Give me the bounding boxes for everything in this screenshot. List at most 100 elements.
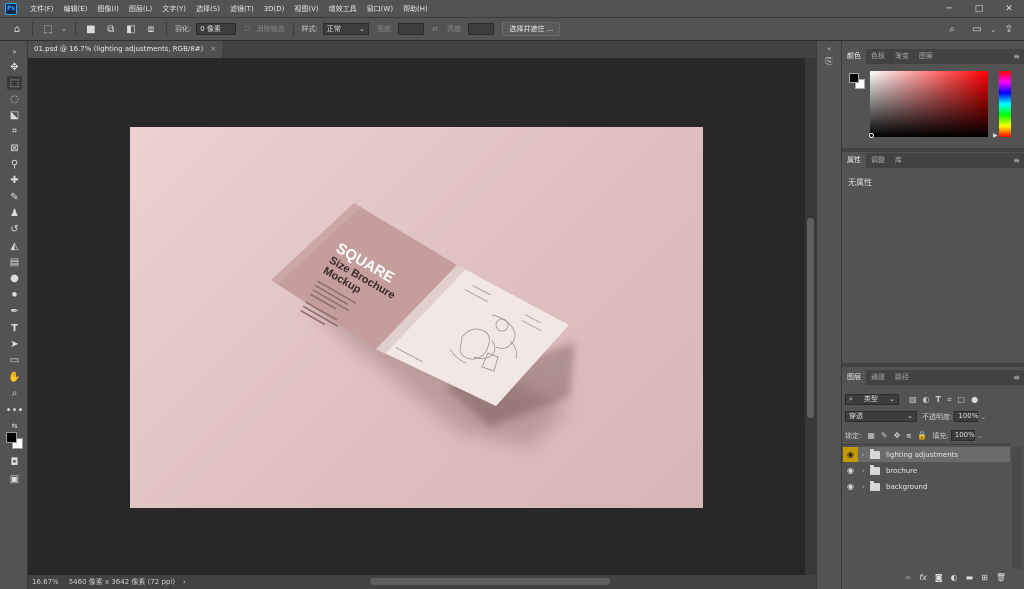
fx-icon[interactable]: fx bbox=[919, 573, 927, 582]
gradient-tool-icon[interactable]: ▤ bbox=[7, 255, 22, 269]
menu-layer[interactable]: 图层(L) bbox=[124, 0, 157, 18]
object-select-tool-icon[interactable]: ⬕ bbox=[7, 108, 22, 122]
color-picker-field[interactable] bbox=[870, 71, 988, 137]
hue-slider-arrow-icon[interactable]: ▶ bbox=[993, 132, 998, 139]
dodge-tool-icon[interactable]: ⚫ bbox=[7, 288, 22, 302]
home-icon[interactable]: ⌂ bbox=[10, 22, 24, 36]
lasso-tool-icon[interactable]: ◌ bbox=[7, 92, 22, 106]
chevron-down-icon[interactable]: ⌄ bbox=[977, 432, 983, 440]
eraser-tool-icon[interactable]: ◭ bbox=[7, 239, 22, 253]
tab-layers[interactable]: 图层 bbox=[842, 370, 866, 385]
menu-window[interactable]: 窗口(W) bbox=[362, 0, 398, 18]
color-panel-foreground-swatch[interactable] bbox=[849, 73, 859, 83]
stamp-tool-icon[interactable]: ♟ bbox=[7, 206, 22, 220]
filter-shape-icon[interactable]: ⌗ bbox=[947, 395, 952, 405]
style-select[interactable]: 正常 ⌄ bbox=[322, 23, 369, 35]
maximize-button[interactable]: □ bbox=[964, 0, 994, 18]
menu-plugins[interactable]: 增效工具 bbox=[324, 0, 362, 18]
tab-swatches[interactable]: 色板 bbox=[866, 49, 890, 64]
collapse-arrows-icon[interactable]: » bbox=[7, 45, 22, 59]
chevron-down-icon[interactable]: ⌄ bbox=[61, 25, 67, 33]
filter-adjustment-icon[interactable]: ◐ bbox=[923, 395, 930, 404]
chevron-right-icon[interactable]: › bbox=[858, 451, 868, 459]
filter-pixel-icon[interactable]: ▨ bbox=[909, 395, 917, 404]
color-picker-cursor[interactable] bbox=[869, 133, 874, 138]
marquee-tool-icon[interactable]: ⬚ bbox=[7, 76, 22, 90]
share-icon[interactable]: ⇪ bbox=[1002, 23, 1016, 37]
menu-filter[interactable]: 滤镜(T) bbox=[225, 0, 259, 18]
filter-type-icon[interactable]: T bbox=[936, 395, 941, 404]
tab-color[interactable]: 颜色 bbox=[842, 49, 866, 64]
tab-gradients[interactable]: 渐变 bbox=[890, 49, 914, 64]
intersect-selection-icon[interactable]: ⧈ bbox=[144, 22, 158, 36]
menu-image[interactable]: 图像(I) bbox=[92, 0, 124, 18]
close-button[interactable]: ✕ bbox=[994, 0, 1024, 18]
hand-tool-icon[interactable]: ✋ bbox=[7, 370, 22, 384]
move-tool-icon[interactable]: ✥ bbox=[7, 60, 22, 74]
canvas-document[interactable]: SQUARE Size Brochure Mockup bbox=[130, 127, 703, 508]
lock-artboard-icon[interactable]: ⧈ bbox=[906, 431, 911, 441]
status-arrow-icon[interactable]: › bbox=[183, 578, 186, 586]
hue-slider[interactable] bbox=[999, 71, 1011, 137]
menu-type[interactable]: 文字(Y) bbox=[157, 0, 191, 18]
lock-transparent-icon[interactable]: ▦ bbox=[867, 431, 875, 440]
layer-row[interactable]: ◉ › background bbox=[843, 479, 1010, 494]
height-input[interactable] bbox=[468, 23, 495, 35]
workspace-icon[interactable]: ▭ bbox=[970, 23, 984, 37]
chevron-down-icon[interactable]: ⌄ bbox=[980, 413, 986, 421]
lock-all-icon[interactable]: 🔒 bbox=[917, 431, 927, 440]
minimize-button[interactable]: ─ bbox=[934, 0, 964, 18]
feather-input[interactable]: 0 像素 bbox=[196, 23, 237, 35]
eye-icon[interactable]: ◉ bbox=[843, 463, 858, 478]
add-selection-icon[interactable]: ⧉ bbox=[104, 22, 118, 36]
menu-edit[interactable]: 编辑(E) bbox=[59, 0, 93, 18]
menu-help[interactable]: 帮助(H) bbox=[398, 0, 433, 18]
pen-tool-icon[interactable]: ✒ bbox=[7, 304, 22, 318]
link-layers-icon[interactable]: ∞ bbox=[905, 573, 912, 582]
adjustment-layer-icon[interactable]: ◐ bbox=[951, 573, 958, 582]
eye-icon[interactable]: ◉ bbox=[843, 447, 858, 462]
frame-tool-icon[interactable]: ⊠ bbox=[7, 141, 22, 155]
zoom-level[interactable]: 16.67% bbox=[32, 578, 59, 586]
crop-tool-icon[interactable]: ⌗ bbox=[7, 124, 22, 138]
lock-pixels-icon[interactable]: ✎ bbox=[881, 431, 888, 440]
menu-view[interactable]: 视图(V) bbox=[289, 0, 323, 18]
tab-paths[interactable]: 路径 bbox=[890, 370, 914, 385]
layer-row[interactable]: ◉ › lighting adjustments bbox=[843, 447, 1010, 462]
swap-icon[interactable]: ⇄ bbox=[432, 25, 438, 33]
trash-icon[interactable]: 🗑 bbox=[996, 573, 1006, 582]
brush-tool-icon[interactable]: ✎ bbox=[7, 190, 22, 204]
menu-file[interactable]: 文件(F) bbox=[25, 0, 59, 18]
close-icon[interactable]: × bbox=[210, 41, 216, 58]
fill-input[interactable]: 100% bbox=[950, 430, 975, 441]
quick-mask-icon[interactable]: ◘ bbox=[7, 455, 22, 469]
panel-divider[interactable] bbox=[842, 363, 1024, 367]
chevron-right-icon[interactable]: › bbox=[858, 467, 868, 475]
new-group-icon[interactable]: ▬ bbox=[966, 573, 974, 582]
new-selection-icon[interactable]: ■ bbox=[84, 22, 98, 36]
blend-mode-select[interactable]: 穿透 ⌄ bbox=[845, 411, 917, 422]
type-tool-icon[interactable]: T bbox=[7, 321, 22, 335]
healing-brush-icon[interactable]: ✚ bbox=[7, 173, 22, 187]
new-layer-icon[interactable]: ⊞ bbox=[981, 573, 988, 582]
tab-properties[interactable]: 属性 bbox=[842, 153, 866, 168]
eye-icon[interactable]: ◉ bbox=[843, 479, 858, 494]
foreground-color-swatch[interactable] bbox=[6, 432, 17, 443]
blur-tool-icon[interactable]: ● bbox=[7, 271, 22, 285]
screen-mode-icon[interactable]: ▣ bbox=[7, 472, 22, 486]
antialias-checkbox[interactable]: ☐ bbox=[244, 25, 250, 33]
chevron-down-icon[interactable]: ⌄ bbox=[990, 26, 996, 34]
panel-menu-icon[interactable]: ≡ bbox=[1013, 52, 1020, 61]
rectangle-tool-icon[interactable]: ▭ bbox=[7, 353, 22, 367]
history-brush-icon[interactable]: ↺ bbox=[7, 222, 22, 236]
panel-divider[interactable] bbox=[842, 148, 1024, 152]
filter-toggle-icon[interactable]: ● bbox=[971, 395, 978, 404]
select-and-mask-button[interactable]: 选择并遮住 ... bbox=[502, 22, 561, 36]
menu-3d[interactable]: 3D(D) bbox=[259, 0, 290, 18]
lock-position-icon[interactable]: ✥ bbox=[894, 431, 901, 440]
horizontal-scroll-thumb[interactable] bbox=[370, 578, 610, 585]
collapse-arrows-icon[interactable]: « bbox=[822, 45, 836, 53]
history-panel-icon[interactable]: ⎘ bbox=[822, 57, 836, 69]
marquee-preset-icon[interactable]: ⬚ bbox=[41, 22, 55, 36]
panel-menu-icon[interactable]: ≡ bbox=[1013, 373, 1020, 382]
